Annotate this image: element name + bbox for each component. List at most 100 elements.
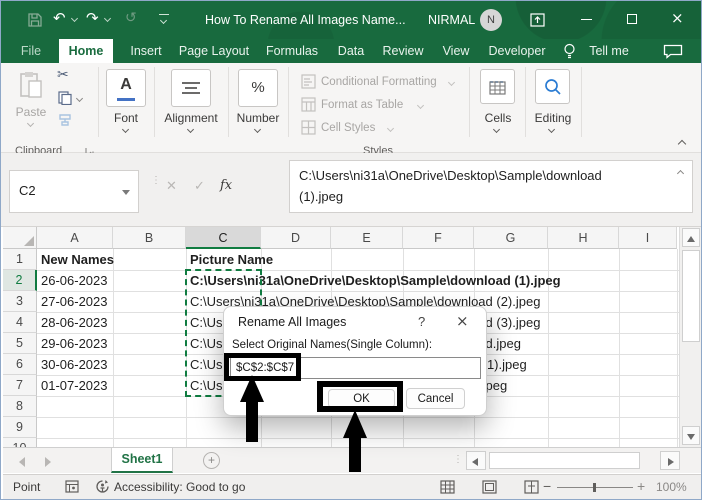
formula-bar-splitter[interactable]: ⋮: [151, 177, 161, 185]
redo-dropdown-icon[interactable]: [104, 15, 111, 22]
customize-qat-icon[interactable]: [159, 14, 169, 15]
sheet-nav-right-icon[interactable]: [45, 457, 51, 467]
close-button[interactable]: ×: [671, 9, 684, 27]
zoom-level[interactable]: 100%: [656, 480, 687, 494]
cells-group-button[interactable]: [480, 69, 515, 104]
row-header-1[interactable]: 1: [3, 249, 37, 270]
number-group-label[interactable]: Number: [230, 111, 286, 125]
cell-a1[interactable]: New Names: [41, 249, 114, 270]
tab-home[interactable]: Home: [59, 39, 113, 63]
alignment-group-button[interactable]: [171, 69, 211, 107]
row-header-6[interactable]: 6: [3, 354, 37, 375]
paste-icon[interactable]: [19, 71, 43, 99]
name-box-dropdown-icon[interactable]: [122, 190, 130, 195]
cell-a2[interactable]: 26-06-2023: [41, 270, 108, 291]
editing-group-label[interactable]: Editing: [527, 111, 579, 125]
select-all-corner[interactable]: [3, 227, 37, 249]
scroll-up-button[interactable]: [682, 228, 700, 247]
col-header-d[interactable]: D: [261, 227, 331, 249]
save-icon[interactable]: [28, 13, 42, 27]
cell-a6[interactable]: 30-06-2023: [41, 354, 108, 375]
number-group-button[interactable]: %: [238, 69, 278, 107]
format-painter-icon[interactable]: [58, 113, 72, 127]
page-break-view-icon[interactable]: [524, 480, 539, 494]
add-sheet-button[interactable]: +: [203, 452, 220, 469]
name-box[interactable]: C2: [9, 170, 139, 213]
row-header-2[interactable]: 2: [3, 270, 37, 291]
tab-review[interactable]: Review: [377, 39, 429, 63]
col-header-i[interactable]: I: [619, 227, 677, 249]
dialog-close-button[interactable]: ×: [456, 312, 469, 330]
conditional-formatting-button[interactable]: Conditional Formatting: [321, 76, 437, 88]
enter-icon[interactable]: ✓: [194, 179, 205, 194]
hscroll-left-button[interactable]: [466, 451, 486, 470]
cells-group-label[interactable]: Cells: [472, 111, 524, 125]
scrollbar-splitter[interactable]: ⋮: [453, 454, 463, 465]
formula-bar-collapse-icon[interactable]: [677, 170, 684, 177]
col-header-a[interactable]: A: [37, 227, 113, 249]
font-group-label[interactable]: Font: [98, 111, 154, 125]
tab-view[interactable]: View: [433, 39, 479, 63]
sheet-nav-left-icon[interactable]: [19, 457, 25, 467]
dialog-help-button[interactable]: ?: [418, 314, 425, 329]
col-header-c[interactable]: C: [186, 227, 261, 249]
format-as-table-button[interactable]: Format as Table: [321, 99, 403, 111]
col-header-f[interactable]: F: [403, 227, 474, 249]
tab-insert[interactable]: Insert: [121, 39, 171, 63]
normal-view-icon[interactable]: [440, 480, 455, 494]
col-header-h[interactable]: H: [548, 227, 619, 249]
col-header-g[interactable]: G: [474, 227, 548, 249]
tab-page-layout[interactable]: Page Layout: [175, 39, 253, 63]
page-layout-view-icon[interactable]: [482, 480, 497, 494]
zoom-slider-thumb[interactable]: [593, 483, 596, 492]
formula-input[interactable]: C:\Users\ni31a\OneDrive\Desktop\Sample\d…: [289, 160, 693, 213]
col-header-b[interactable]: B: [113, 227, 186, 249]
tab-data[interactable]: Data: [329, 39, 373, 63]
cancel-entry-icon[interactable]: ✕: [166, 179, 177, 194]
undo-icon[interactable]: ↶: [53, 9, 66, 27]
cell-a7[interactable]: 01-07-2023: [41, 375, 108, 396]
row-header-8[interactable]: 8: [3, 396, 37, 417]
tab-file[interactable]: File: [9, 39, 53, 63]
redo-icon[interactable]: ↷: [86, 9, 99, 27]
comments-icon[interactable]: [663, 44, 683, 59]
font-group-button[interactable]: A: [106, 69, 146, 107]
cell-styles-button[interactable]: Cell Styles: [321, 122, 375, 134]
tab-tell-me[interactable]: Tell me: [583, 39, 635, 63]
scroll-down-button[interactable]: [682, 426, 700, 445]
paste-dropdown-icon[interactable]: [27, 120, 34, 127]
insert-function-icon[interactable]: fx: [220, 178, 232, 193]
row-header-10[interactable]: 10: [3, 438, 37, 447]
accessibility-status[interactable]: Accessibility: Good to go: [114, 480, 245, 494]
zoom-in-button[interactable]: +: [637, 478, 645, 494]
row-header-7[interactable]: 7: [3, 375, 37, 396]
undo-dropdown-icon[interactable]: [71, 15, 78, 22]
tab-developer[interactable]: Developer: [481, 39, 553, 63]
zoom-out-button[interactable]: −: [543, 478, 551, 494]
vertical-scrollbar[interactable]: [679, 227, 701, 447]
row-header-5[interactable]: 5: [3, 333, 37, 354]
row-header-4[interactable]: 4: [3, 312, 37, 333]
macro-record-icon[interactable]: [65, 480, 79, 493]
row-header-3[interactable]: 3: [3, 291, 37, 312]
cell-c1[interactable]: Picture Name: [190, 249, 273, 270]
paste-button[interactable]: Paste: [11, 105, 51, 119]
maximize-button[interactable]: [627, 14, 637, 24]
editing-group-button[interactable]: [535, 69, 570, 104]
collapse-ribbon-icon[interactable]: [678, 140, 686, 148]
cut-icon[interactable]: ✂: [57, 67, 69, 83]
repeat-icon[interactable]: ↺: [125, 10, 137, 26]
tab-formulas[interactable]: Formulas: [259, 39, 325, 63]
cancel-button[interactable]: Cancel: [406, 388, 465, 409]
alignment-group-label[interactable]: Alignment: [161, 111, 221, 125]
minimize-button[interactable]: [581, 19, 592, 20]
cell-a4[interactable]: 28-06-2023: [41, 312, 108, 333]
cell-a3[interactable]: 27-06-2023: [41, 291, 108, 312]
avatar[interactable]: N: [480, 9, 502, 31]
accessibility-icon[interactable]: [95, 479, 110, 494]
copy-icon[interactable]: [58, 91, 72, 105]
copy-dropdown-icon[interactable]: [76, 95, 83, 102]
ribbon-display-options-icon[interactable]: [530, 13, 545, 27]
cell-a5[interactable]: 29-06-2023: [41, 333, 108, 354]
sheet-tab-sheet1[interactable]: Sheet1: [111, 448, 173, 473]
